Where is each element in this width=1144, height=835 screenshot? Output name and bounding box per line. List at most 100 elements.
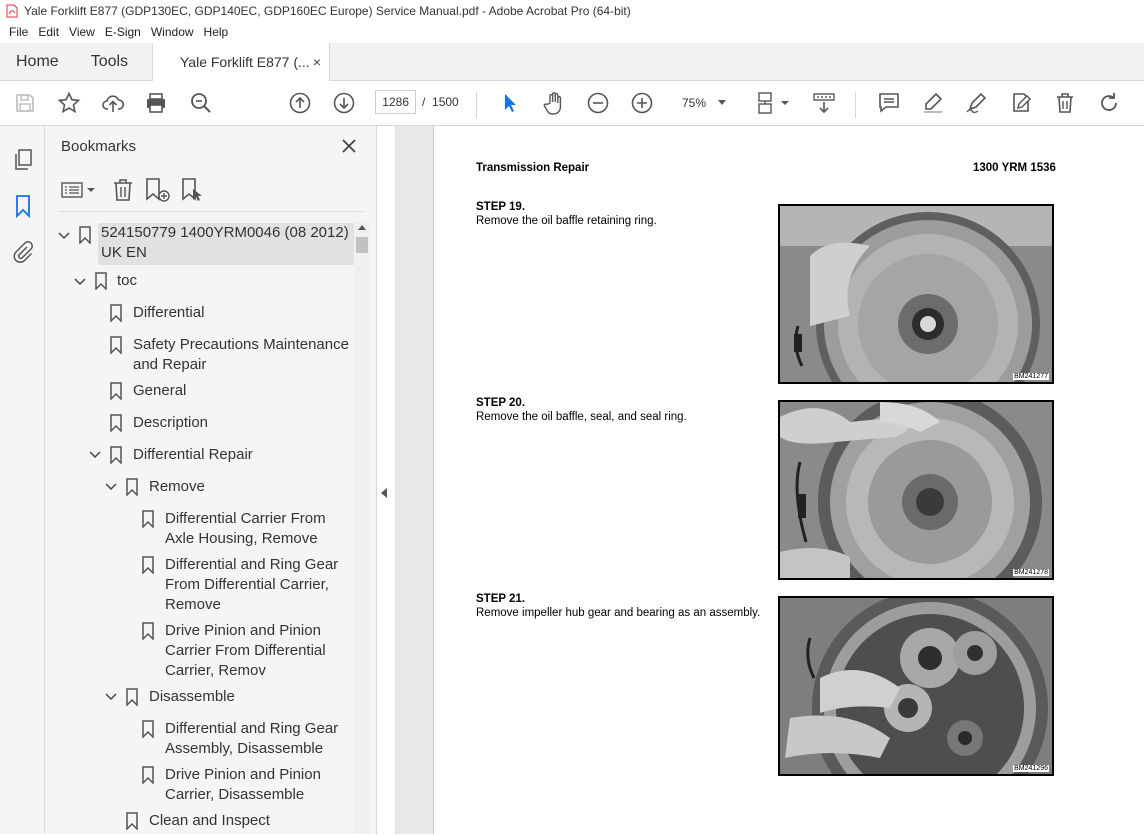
bookmark-label: Differential and Ring Gear bbox=[165, 720, 339, 737]
step-title: STEP 19. bbox=[476, 201, 526, 213]
bookmark-item-description[interactable]: Description bbox=[133, 413, 208, 433]
star-icon[interactable] bbox=[57, 91, 81, 115]
menu-view[interactable]: View bbox=[64, 25, 100, 39]
bookmark-icon bbox=[78, 226, 92, 245]
close-panel-icon[interactable] bbox=[339, 136, 359, 156]
bookmark-item-clean-inspect[interactable]: Clean and Inspect bbox=[149, 811, 270, 831]
bookmark-label: Assembly, Disassemble bbox=[165, 740, 324, 757]
menu-window[interactable]: Window bbox=[146, 25, 199, 39]
step-text: Remove impeller hub gear and bearing as … bbox=[476, 607, 761, 619]
bookmark-icon bbox=[109, 414, 123, 433]
bookmark-label: Carrier From Differential bbox=[165, 642, 326, 659]
bookmark-item-pinion-remove[interactable]: Drive Pinion and Pinion Carrier From Dif… bbox=[165, 621, 326, 681]
bookmark-label: Safety Precautions Maintenance bbox=[133, 336, 349, 353]
zoom-out-icon[interactable] bbox=[586, 91, 610, 115]
bookmarks-scrollbar[interactable] bbox=[354, 221, 370, 834]
step-photo: BM241296 bbox=[778, 596, 1054, 776]
print-icon[interactable] bbox=[144, 91, 168, 115]
menu-esign[interactable]: E-Sign bbox=[100, 25, 146, 39]
scroll-thumb[interactable] bbox=[356, 237, 368, 253]
bookmark-label: Drive Pinion and Pinion bbox=[165, 766, 321, 783]
chevron-down-icon[interactable] bbox=[57, 229, 71, 243]
bookmark-item-safety-precautions[interactable]: Safety Precautions Maintenance and Repai… bbox=[133, 335, 349, 375]
next-page-icon[interactable] bbox=[332, 91, 356, 115]
step-text: Remove the oil baffle, seal, and seal ri… bbox=[476, 411, 687, 423]
bookmark-icon bbox=[109, 446, 123, 465]
new-bookmark-icon[interactable] bbox=[143, 176, 171, 204]
pdf-page: Transmission Repair 1300 YRM 1536 STEP 1… bbox=[433, 126, 1144, 834]
step-text: Remove the oil baffle retaining ring. bbox=[476, 215, 657, 227]
prev-page-icon[interactable] bbox=[288, 91, 312, 115]
bookmark-panel-icon[interactable] bbox=[11, 194, 35, 219]
bookmark-item-differential[interactable]: Differential bbox=[133, 303, 204, 323]
bookmark-icon bbox=[141, 622, 155, 641]
chevron-down-icon[interactable] bbox=[104, 480, 118, 494]
bookmark-item-toc[interactable]: toc bbox=[117, 271, 137, 291]
chevron-down-icon[interactable] bbox=[73, 275, 87, 289]
hand-tool-icon[interactable] bbox=[542, 91, 566, 115]
panel-collapse-strip[interactable] bbox=[377, 126, 396, 834]
zoom-value: 75% bbox=[682, 96, 707, 110]
zoom-search-icon[interactable] bbox=[189, 91, 213, 115]
close-tab-icon[interactable]: × bbox=[313, 43, 321, 81]
toolbar-separator bbox=[855, 92, 856, 118]
delete-icon[interactable] bbox=[1053, 91, 1077, 115]
page-total: / 1500 bbox=[422, 95, 459, 109]
delete-bookmark-icon[interactable] bbox=[109, 176, 137, 204]
menu-help[interactable]: Help bbox=[199, 25, 234, 39]
bookmark-item-disassemble[interactable]: Disassemble bbox=[149, 687, 235, 707]
bookmark-item-carrier-remove[interactable]: Differential Carrier From Axle Housing, … bbox=[165, 509, 326, 549]
sign-icon[interactable] bbox=[964, 91, 988, 115]
bookmark-label: Drive Pinion and Pinion bbox=[165, 622, 321, 639]
menu-file[interactable]: File bbox=[4, 25, 33, 39]
menu-edit[interactable]: Edit bbox=[33, 25, 64, 39]
zoom-dropdown[interactable]: 75% bbox=[670, 91, 736, 115]
bookmark-item-root[interactable]: 524150779 1400YRM0046 (08 2012) UK EN bbox=[98, 223, 354, 265]
page-total-value: 1500 bbox=[432, 95, 459, 109]
edit-pdf-icon[interactable] bbox=[1009, 91, 1033, 115]
bookmark-item-differential-repair[interactable]: Differential Repair bbox=[133, 445, 253, 465]
highlight-pen-icon[interactable] bbox=[921, 91, 945, 115]
step-photo-image bbox=[780, 598, 1052, 774]
chevron-down-icon bbox=[718, 100, 726, 105]
find-bookmark-icon[interactable] bbox=[179, 176, 207, 204]
bookmark-item-ring-gear-disassemble[interactable]: Differential and Ring Gear Assembly, Dis… bbox=[165, 719, 338, 759]
step-title: STEP 20. bbox=[476, 397, 526, 409]
tab-home[interactable]: Home bbox=[0, 43, 75, 80]
page-thumbnails-icon[interactable] bbox=[11, 148, 35, 172]
comment-icon[interactable] bbox=[877, 91, 901, 115]
page-header-code: 1300 YRM 1536 bbox=[973, 162, 1056, 174]
chevron-down-icon[interactable] bbox=[104, 690, 118, 704]
scroll-up-icon[interactable] bbox=[358, 225, 366, 230]
select-cursor-icon[interactable] bbox=[498, 91, 522, 115]
save-icon[interactable] bbox=[13, 91, 37, 115]
bookmark-item-pinion-disassemble[interactable]: Drive Pinion and Pinion Carrier, Disasse… bbox=[165, 765, 321, 805]
scroll-mode-icon[interactable] bbox=[812, 91, 836, 115]
window-title: Yale Forklift E877 (GDP130EC, GDP140EC, … bbox=[24, 4, 631, 18]
rotate-icon[interactable] bbox=[1097, 91, 1121, 115]
step-photo-image bbox=[780, 402, 1052, 578]
bookmark-icon bbox=[141, 510, 155, 529]
photo-tag: BM241277 bbox=[1013, 373, 1049, 380]
bookmark-label: Differential and Ring Gear bbox=[165, 556, 339, 573]
page-layout-icon[interactable] bbox=[756, 91, 790, 115]
bookmark-item-remove[interactable]: Remove bbox=[149, 477, 205, 497]
collapse-left-icon[interactable] bbox=[381, 488, 387, 498]
upload-icon[interactable] bbox=[101, 91, 125, 115]
zoom-in-icon[interactable] bbox=[630, 91, 654, 115]
chevron-down-icon[interactable] bbox=[88, 448, 102, 462]
bookmark-icon bbox=[109, 304, 123, 323]
bookmark-icon bbox=[125, 812, 139, 831]
bookmark-icon bbox=[141, 556, 155, 575]
tab-tools[interactable]: Tools bbox=[75, 43, 144, 80]
page-number-input[interactable]: 1286 bbox=[375, 90, 416, 114]
tab-document[interactable]: Yale Forklift E877 (... × bbox=[152, 43, 330, 81]
bookmark-item-ring-gear-remove[interactable]: Differential and Ring Gear From Differen… bbox=[165, 555, 338, 615]
bookmark-icon bbox=[109, 382, 123, 401]
bookmark-label: Differential Carrier From bbox=[165, 510, 326, 527]
attachment-icon[interactable] bbox=[11, 240, 35, 264]
options-menu-icon[interactable] bbox=[59, 176, 97, 204]
tab-bar: Home Tools Yale Forklift E877 (... × bbox=[0, 43, 1144, 81]
document-viewer[interactable]: Transmission Repair 1300 YRM 1536 STEP 1… bbox=[377, 126, 1144, 834]
bookmark-item-general[interactable]: General bbox=[133, 381, 186, 401]
